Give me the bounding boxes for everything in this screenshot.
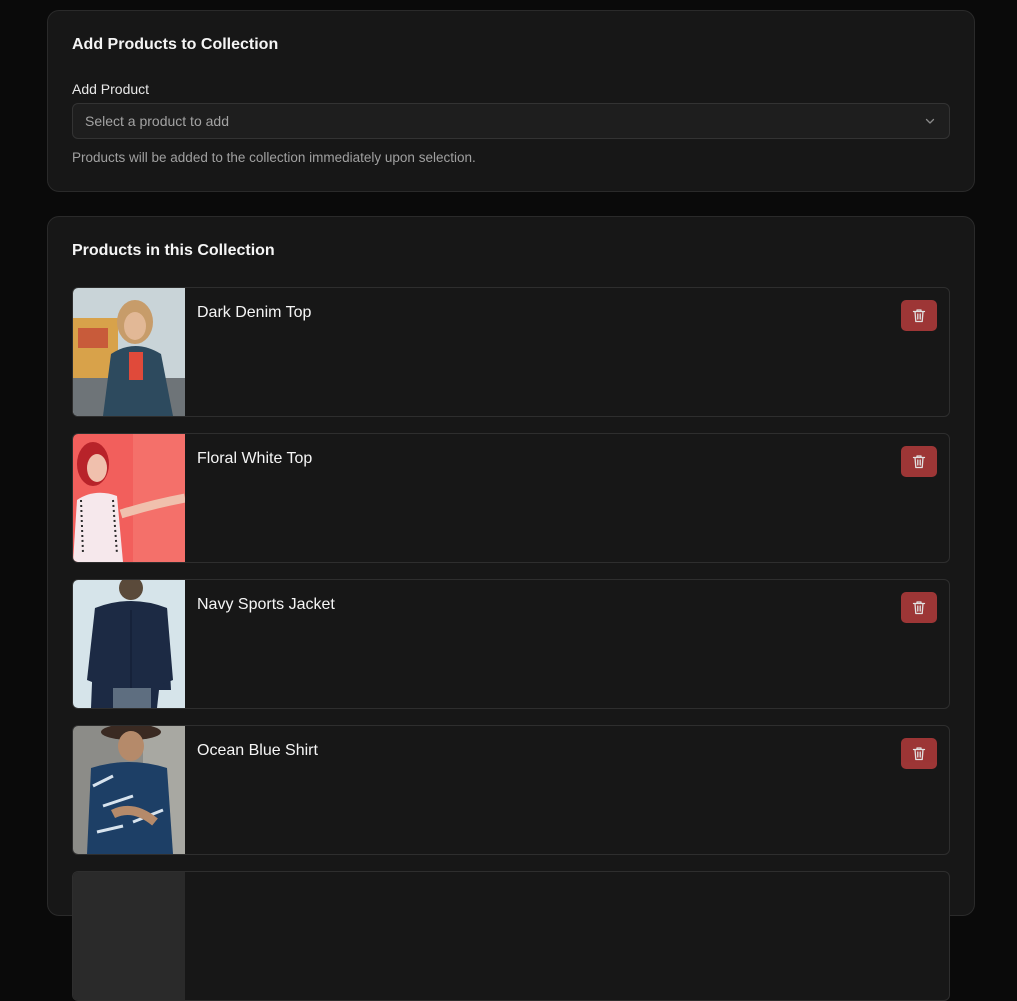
delete-product-button[interactable] — [901, 738, 937, 769]
trash-icon — [912, 601, 926, 615]
add-products-title: Add Products to Collection — [72, 36, 279, 53]
collection-products-title: Products in this Collection — [72, 242, 275, 259]
delete-product-button[interactable] — [901, 592, 937, 623]
product-image — [73, 434, 185, 562]
add-products-card: Add Products to Collection Add Product S… — [47, 10, 975, 192]
add-product-label: Add Product — [72, 81, 150, 97]
chevron-down-icon — [923, 114, 937, 128]
add-product-help-text: Products will be added to the collection… — [72, 150, 476, 165]
product-row: Ocean Blue Shirt — [72, 725, 950, 855]
trash-icon — [912, 309, 926, 323]
product-image — [73, 726, 185, 854]
delete-product-button[interactable] — [901, 300, 937, 331]
product-row: Floral White Top — [72, 433, 950, 563]
product-image — [73, 580, 185, 708]
product-name: Ocean Blue Shirt — [197, 742, 318, 759]
product-row: Dark Denim Top — [72, 287, 950, 417]
product-name: Floral White Top — [197, 450, 313, 467]
product-row — [72, 871, 950, 1001]
product-select-placeholder: Select a product to add — [85, 113, 229, 129]
product-image — [73, 872, 185, 1000]
collection-products-card: Products in this Collection Dark Denim T… — [47, 216, 975, 1001]
trash-icon — [912, 747, 926, 761]
product-image — [73, 288, 185, 416]
trash-icon — [912, 455, 926, 469]
product-name: Navy Sports Jacket — [197, 596, 335, 613]
delete-product-button[interactable] — [901, 446, 937, 477]
product-select[interactable]: Select a product to add — [72, 103, 950, 139]
product-row: Navy Sports Jacket — [72, 579, 950, 709]
product-name: Dark Denim Top — [197, 304, 312, 321]
